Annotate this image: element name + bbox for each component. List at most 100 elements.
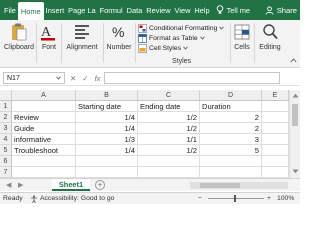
column-header-a[interactable]: A [12, 90, 76, 101]
cell-a1[interactable] [12, 101, 76, 112]
column-header-c[interactable]: C [138, 90, 200, 101]
enter-icon[interactable]: ✓ [82, 74, 88, 83]
collapse-ribbon-icon[interactable] [290, 58, 297, 63]
chevron-down-icon [183, 46, 188, 50]
row-header[interactable]: 2 [0, 112, 12, 123]
next-sheet-icon[interactable]: ▶ [18, 181, 23, 189]
cell-e2[interactable] [262, 112, 289, 123]
cell-styles-button[interactable]: Cell Styles [138, 43, 230, 53]
row-header[interactable]: 5 [0, 145, 12, 156]
fx-icon[interactable]: fx [95, 74, 101, 83]
editing-group[interactable]: Editing [256, 22, 284, 51]
cell-a6[interactable] [12, 156, 76, 167]
name-box[interactable]: N17 [3, 72, 65, 84]
column-header-d[interactable]: D [200, 90, 262, 101]
cell-b4[interactable]: 1/3 [76, 134, 138, 145]
cell-e5[interactable] [262, 145, 289, 156]
cell-c1[interactable]: Ending date [138, 101, 200, 112]
tab-home[interactable]: Home [17, 2, 44, 20]
tab-file[interactable]: File [0, 0, 18, 20]
cell-d2[interactable]: 2 [200, 112, 262, 123]
cell-a4[interactable]: informative [12, 134, 76, 145]
cell-c6[interactable] [138, 156, 200, 167]
cell-e7[interactable] [262, 167, 289, 178]
cell-b3[interactable]: 1/4 [76, 123, 138, 134]
alignment-group[interactable]: Alignment [62, 22, 102, 51]
person-icon [265, 5, 274, 15]
ribbon-divider [135, 23, 136, 63]
cell-d1[interactable]: Duration [200, 101, 262, 112]
row-header[interactable]: 7 [0, 167, 12, 178]
scroll-up-icon[interactable] [292, 93, 299, 98]
cell-b7[interactable] [76, 167, 138, 178]
tab-insert[interactable]: Insert [44, 0, 66, 20]
prev-sheet-icon[interactable]: ◀ [6, 181, 11, 189]
cell-d5[interactable]: 5 [200, 145, 262, 156]
conditional-formatting-button[interactable]: Conditional Formatting [138, 23, 230, 33]
formula-bar: N17 ✕ ✓ fx [0, 70, 300, 86]
vertical-scroll-thumb[interactable] [292, 104, 298, 126]
share-button[interactable]: Share [265, 2, 297, 18]
zoom-slider[interactable] [208, 198, 264, 199]
zoom-level[interactable]: 100% [277, 195, 294, 202]
vertical-scrollbar[interactable] [289, 90, 300, 178]
cell-c2[interactable]: 1/2 [138, 112, 200, 123]
zoom-out-button[interactable]: − [198, 195, 202, 202]
cancel-icon[interactable]: ✕ [70, 74, 76, 83]
cell-b6[interactable] [76, 156, 138, 167]
cell-e3[interactable] [262, 123, 289, 134]
tab-review[interactable]: Review [144, 0, 172, 20]
select-all-corner[interactable] [0, 90, 12, 101]
table-icon [138, 33, 147, 43]
percent-icon: % [112, 24, 124, 40]
cell-b2[interactable]: 1/4 [76, 112, 138, 123]
sheet-tab-sheet1[interactable]: Sheet1 [52, 179, 90, 191]
cell-b5[interactable]: 1/4 [76, 145, 138, 156]
cell-c5[interactable]: 1/2 [138, 145, 200, 156]
format-as-table-button[interactable]: Format as Table [138, 33, 230, 43]
horizontal-scrollbar[interactable] [190, 182, 288, 189]
magnifier-icon [263, 24, 278, 40]
cell-e1[interactable] [262, 101, 289, 112]
tab-help[interactable]: Help [192, 0, 211, 20]
font-group[interactable]: A Font [38, 22, 60, 51]
cell-e6[interactable] [262, 156, 289, 167]
clipboard-group[interactable]: Clipboard [3, 22, 35, 51]
cell-d3[interactable]: 2 [200, 123, 262, 134]
cell-a5[interactable]: Troubleshoot [12, 145, 76, 156]
cells-group[interactable]: Cells [231, 22, 253, 51]
row-header[interactable]: 3 [0, 123, 12, 134]
cell-e4[interactable] [262, 134, 289, 145]
tab-formulas[interactable]: Formul [98, 0, 125, 20]
row-header[interactable]: 6 [0, 156, 12, 167]
tab-view[interactable]: View [173, 0, 193, 20]
zoom-slider-thumb[interactable] [234, 195, 236, 202]
zoom-in-button[interactable]: + [267, 195, 271, 202]
cell-a2[interactable]: Review [12, 112, 76, 123]
cell-d6[interactable] [200, 156, 262, 167]
tab-data[interactable]: Data [125, 0, 145, 20]
column-header-e[interactable]: E [262, 90, 289, 101]
row-header[interactable]: 4 [0, 134, 12, 145]
accessibility-status[interactable]: Accessibility: Good to go [40, 195, 114, 202]
cell-d7[interactable] [200, 167, 262, 178]
horizontal-scroll-thumb[interactable] [200, 183, 240, 188]
cell-a7[interactable] [12, 167, 76, 178]
cell-b1[interactable]: Starting date [76, 101, 138, 112]
cell-d4[interactable]: 3 [200, 134, 262, 145]
cells-icon [234, 24, 250, 40]
number-group[interactable]: % Number [104, 22, 134, 51]
cell-c7[interactable] [138, 167, 200, 178]
tell-me-search[interactable]: Tell me [216, 0, 250, 20]
chevron-down-icon [219, 26, 225, 30]
formula-input[interactable] [104, 72, 280, 84]
ribbon-divider [254, 23, 255, 63]
add-sheet-button[interactable]: + [95, 180, 105, 190]
cell-c4[interactable]: 1/1 [138, 134, 200, 145]
tab-page-layout[interactable]: Page La [66, 0, 98, 20]
column-header-b[interactable]: B [76, 90, 138, 101]
row-header[interactable]: 1 [0, 101, 12, 112]
scroll-down-icon[interactable] [292, 169, 299, 174]
cell-a3[interactable]: Guide [12, 123, 76, 134]
cell-c3[interactable]: 1/2 [138, 123, 200, 134]
